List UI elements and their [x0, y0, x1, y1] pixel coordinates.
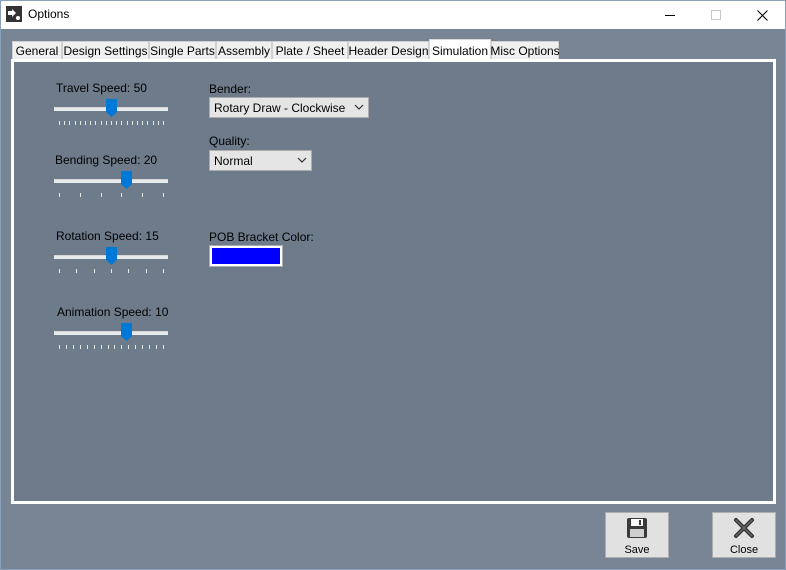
slider-ticks: [59, 121, 164, 125]
slider-tick: [158, 121, 159, 125]
slider-tick: [135, 345, 136, 349]
slider-tick: [75, 121, 76, 125]
bender-selected-value: Rotary Draw - Clockwise: [214, 100, 346, 115]
quality-label: Quality:: [209, 134, 250, 148]
tab-assembly[interactable]: Assembly: [216, 41, 272, 60]
tab-design-settings[interactable]: Design Settings: [62, 41, 149, 60]
slider-thumb[interactable]: [106, 247, 117, 265]
slider-tick: [116, 121, 117, 125]
save-icon: [627, 518, 647, 538]
slider-tick: [85, 121, 86, 125]
travel-speed-slider[interactable]: [54, 89, 170, 129]
slider-tick: [153, 121, 154, 125]
slider-tick: [163, 193, 164, 197]
slider-tick: [59, 121, 60, 125]
slider-tick: [156, 345, 157, 349]
slider-tick: [69, 121, 70, 125]
bender-label: Bender:: [209, 82, 252, 96]
animation-speed-slider[interactable]: [54, 313, 170, 353]
slider-tick: [163, 269, 164, 273]
tab-general[interactable]: General: [12, 41, 62, 60]
slider-tick: [94, 345, 95, 349]
slider-track: [54, 331, 168, 335]
slider-tick: [114, 345, 115, 349]
minimize-icon: [665, 14, 675, 16]
pob-bracket-color-label: POB Bracket Color:: [209, 230, 314, 244]
slider-tick: [80, 121, 81, 125]
slider-tick: [106, 121, 107, 125]
tab-plate-sheet[interactable]: Plate / Sheet: [272, 41, 348, 60]
pob-bracket-color-swatch[interactable]: [209, 245, 283, 267]
slider-tick: [95, 121, 96, 125]
window-title: Options: [28, 7, 70, 21]
slider-tick: [76, 269, 77, 273]
chevron-down-icon: [297, 157, 307, 163]
slider-thumb[interactable]: [121, 323, 132, 341]
save-label: Save: [624, 544, 650, 556]
slider-thumb[interactable]: [121, 171, 132, 189]
slider-tick: [101, 121, 102, 125]
window-close-button[interactable]: [739, 1, 785, 29]
slider-tick: [101, 345, 102, 349]
slider-tick: [128, 345, 129, 349]
bender-select[interactable]: Rotary Draw - Clockwise: [209, 97, 369, 118]
slider-tick: [137, 121, 138, 125]
close-icon: [756, 9, 768, 21]
slider-tick: [80, 193, 81, 197]
save-button[interactable]: Save: [605, 512, 669, 558]
slider-tick: [121, 345, 122, 349]
tab-single-parts[interactable]: Single Parts: [149, 41, 216, 60]
slider-tick: [73, 345, 74, 349]
options-window: Options General Design Settings Single P…: [0, 0, 786, 570]
rotation-speed-slider[interactable]: [54, 237, 170, 277]
chevron-down-icon: [354, 104, 364, 110]
slider-tick: [59, 269, 60, 273]
slider-tick: [111, 269, 112, 273]
maximize-icon: [711, 10, 721, 20]
slider-ticks: [59, 193, 164, 197]
title-bar: Options: [1, 1, 785, 29]
minimize-button[interactable]: [647, 1, 693, 29]
slider-track: [54, 179, 168, 183]
bending-speed-slider[interactable]: [54, 161, 170, 201]
close-x-icon: [734, 518, 754, 538]
slider-tick: [111, 121, 112, 125]
slider-tick: [132, 121, 133, 125]
quality-select[interactable]: Normal: [209, 150, 312, 171]
tab-header-design[interactable]: Header Design: [348, 41, 429, 60]
slider-tick: [142, 345, 143, 349]
slider-tick: [80, 345, 81, 349]
slider-tick: [108, 345, 109, 349]
maximize-button[interactable]: [693, 1, 739, 29]
slider-tick: [142, 121, 143, 125]
slider-tick: [59, 193, 60, 197]
slider-tick: [90, 121, 91, 125]
slider-tick: [127, 121, 128, 125]
slider-tick: [59, 345, 60, 349]
slider-tick: [101, 193, 102, 197]
slider-tick: [94, 269, 95, 273]
slider-tick: [163, 345, 164, 349]
close-button[interactable]: Close: [712, 512, 776, 558]
slider-ticks: [59, 269, 164, 273]
close-label: Close: [729, 544, 759, 556]
tab-simulation[interactable]: Simulation: [429, 39, 491, 61]
slider-tick: [121, 121, 122, 125]
app-logo-icon: [6, 6, 22, 22]
slider-tick: [87, 345, 88, 349]
slider-tick: [149, 345, 150, 349]
slider-tick: [147, 121, 148, 125]
slider-tick: [121, 193, 122, 197]
slider-ticks: [59, 345, 164, 349]
slider-thumb[interactable]: [106, 99, 117, 117]
slider-tick: [66, 345, 67, 349]
slider-tick: [142, 193, 143, 197]
slider-tick: [64, 121, 65, 125]
slider-tick: [128, 269, 129, 273]
tab-misc-options[interactable]: Misc Options: [490, 41, 560, 60]
quality-selected-value: Normal: [214, 153, 253, 168]
slider-tick: [146, 269, 147, 273]
slider-tick: [163, 121, 164, 125]
color-fill: [212, 248, 280, 264]
